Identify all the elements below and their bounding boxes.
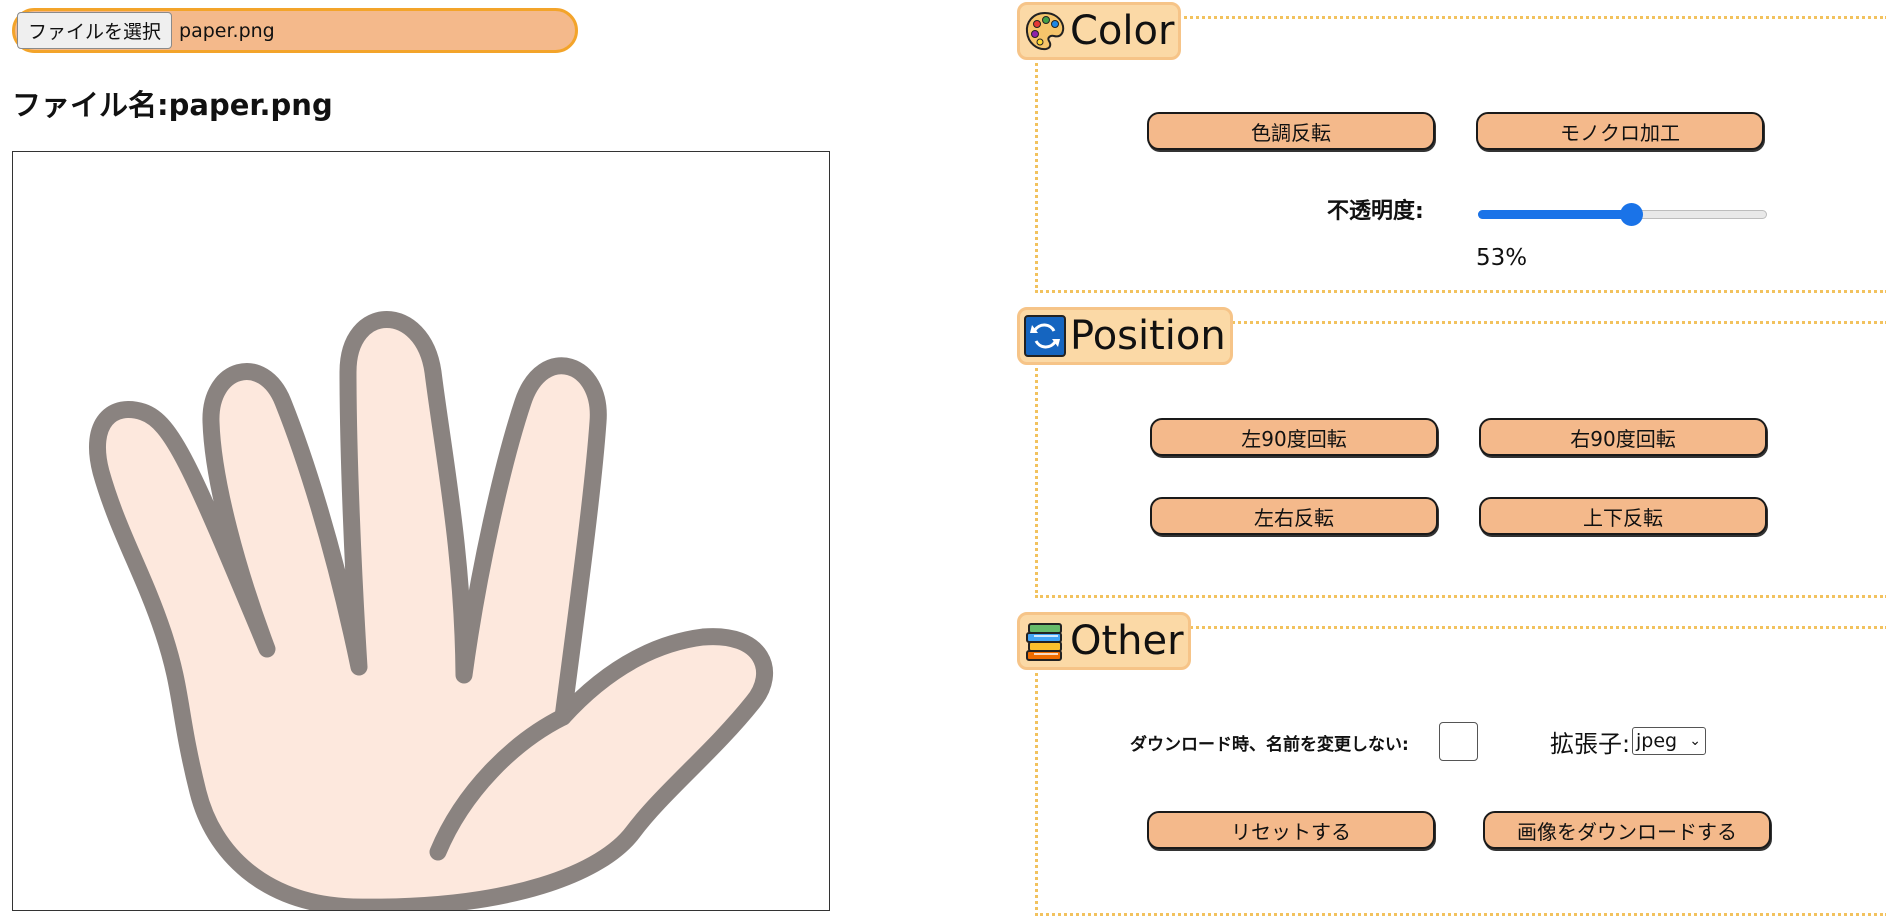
extension-selected-value: jpeg [1636, 730, 1678, 752]
color-section-title: Color [1017, 2, 1182, 60]
rotate-arrows-icon [1024, 315, 1066, 357]
other-section-title: Other [1017, 612, 1191, 670]
file-name-value: paper.png [168, 88, 333, 122]
opacity-value: 53% [1476, 245, 1528, 271]
opacity-label: 不透明度: [1327, 199, 1424, 224]
download-image-button[interactable]: 画像をダウンロードする [1483, 811, 1771, 849]
reset-button[interactable]: リセットする [1147, 811, 1435, 849]
slider-thumb[interactable] [1620, 203, 1643, 226]
file-name-prefix: ファイル名: [12, 88, 169, 122]
choose-file-button[interactable]: ファイルを選択 [17, 12, 173, 49]
palette-icon [1024, 10, 1066, 52]
slider-fill [1478, 210, 1631, 219]
extension-select[interactable]: jpeg ⌄ [1632, 727, 1706, 755]
open-hand-icon [89, 311, 773, 910]
selected-file-name: paper.png [179, 19, 275, 42]
position-section-title: Position [1017, 307, 1233, 365]
rotate-left-button[interactable]: 左90度回転 [1150, 418, 1438, 456]
monochrome-button[interactable]: モノクロ加工 [1476, 112, 1764, 150]
image-preview [12, 151, 830, 911]
flip-horizontal-button[interactable]: 左右反転 [1150, 497, 1438, 535]
rotate-right-button[interactable]: 右90度回転 [1479, 418, 1767, 456]
color-title-text: Color [1070, 8, 1175, 54]
extension-label: 拡張子: [1550, 730, 1631, 758]
file-input[interactable]: ファイルを選択 paper.png [12, 8, 578, 53]
invert-color-button[interactable]: 色調反転 [1147, 112, 1435, 150]
flip-vertical-button[interactable]: 上下反転 [1479, 497, 1767, 535]
opacity-slider[interactable] [1478, 203, 1767, 226]
keep-name-checkbox[interactable] [1439, 722, 1478, 761]
books-icon [1024, 620, 1066, 662]
file-name-heading: ファイル名:paper.png [12, 82, 333, 124]
chevron-down-icon: ⌄ [1689, 733, 1701, 749]
other-title-text: Other [1070, 618, 1184, 664]
position-title-text: Position [1070, 313, 1226, 359]
keep-name-label: ダウンロード時、名前を変更しない: [1130, 735, 1409, 755]
